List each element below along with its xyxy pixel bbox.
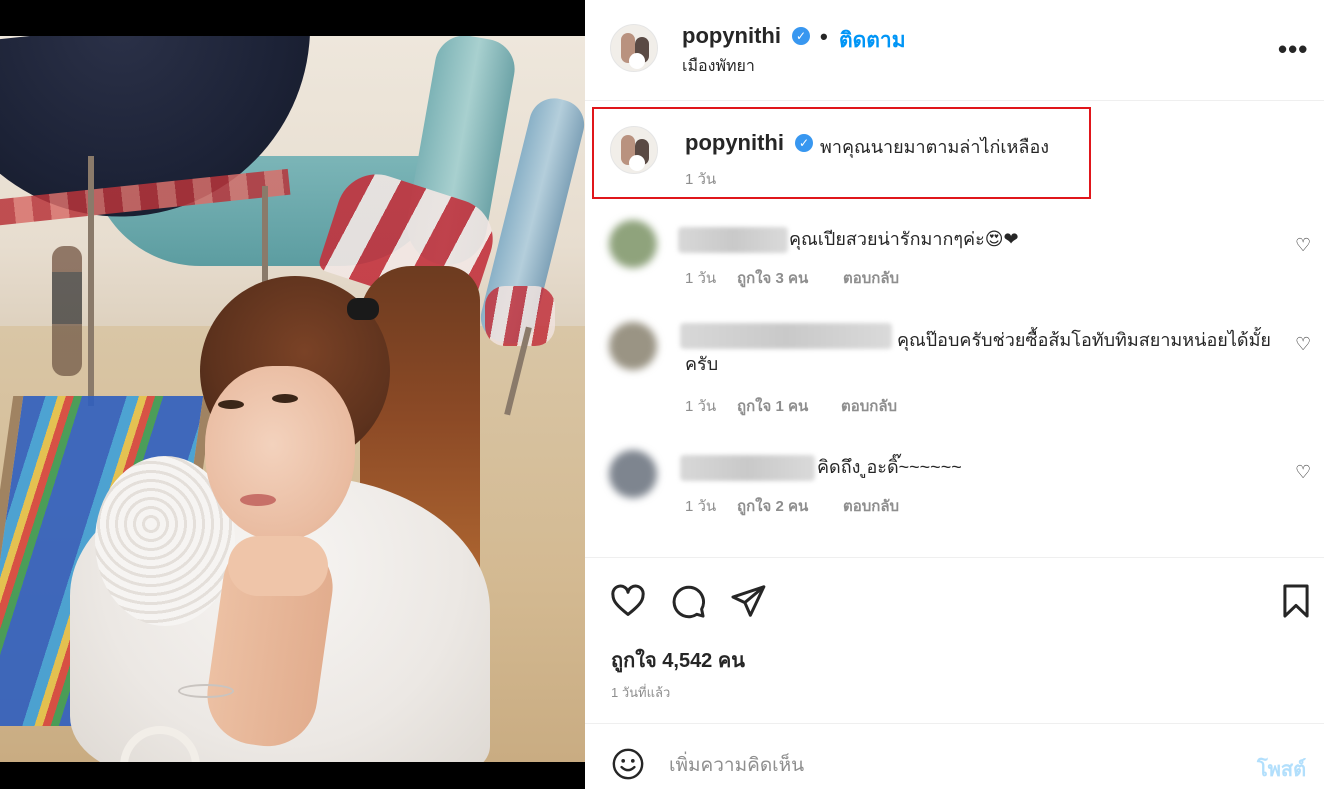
- post-media-panel: [0, 0, 585, 789]
- post-actions: ถูกใจ 4,542 คน 1 วันที่แล้ว: [585, 557, 1324, 724]
- photo-eye: [218, 400, 244, 409]
- comment-text: คุณป๊อบครับช่วยซื้อส้มโอทับทิมสยามหน่อยไ…: [685, 330, 1271, 374]
- photo-scrunchie: [347, 298, 379, 320]
- header-separator: •: [820, 24, 828, 49]
- comment-text: คุณเปียสวยน่ารักมากๆค่ะ😍❤: [789, 229, 1019, 249]
- add-comment-bar: โพสต์: [585, 725, 1324, 789]
- comment-avatar[interactable]: [609, 322, 657, 370]
- avatar-figure: [629, 53, 645, 69]
- post-photo[interactable]: [0, 36, 585, 762]
- comment-like-heart-icon[interactable]: ♡: [1295, 462, 1311, 483]
- share-icon[interactable]: [729, 582, 767, 620]
- bookmark-icon[interactable]: [1277, 582, 1315, 620]
- comment-input[interactable]: [669, 751, 1229, 781]
- photo-lips: [240, 494, 276, 506]
- comment-username-blurred[interactable]: [680, 455, 815, 481]
- photo-umbrella-pole: [88, 156, 94, 406]
- comment-text: คิดถึง ูอะดิ๊~~~~~~: [817, 457, 962, 477]
- comment-reply-button[interactable]: ตอบกลับ: [841, 394, 897, 418]
- photo-face: [205, 366, 355, 541]
- comment-like-heart-icon[interactable]: ♡: [1295, 334, 1311, 355]
- caption-username[interactable]: popynithi: [685, 130, 784, 156]
- comment-reply-button[interactable]: ตอบกลับ: [843, 494, 899, 518]
- post-header: popynithi ✓ • ติดตาม เมืองพัทยา •••: [585, 0, 1324, 101]
- photo-bracelet: [178, 684, 234, 698]
- comment-likes[interactable]: ถูกใจ 3 คน: [737, 266, 808, 290]
- caption-author-avatar[interactable]: [610, 126, 658, 174]
- post-timestamp[interactable]: 1 วันที่แล้ว: [611, 682, 670, 703]
- avatar-figure: [629, 155, 645, 171]
- comment-avatar[interactable]: [609, 220, 657, 268]
- comment-username-blurred[interactable]: [678, 227, 788, 253]
- comment-timestamp[interactable]: 1 วัน: [685, 266, 716, 290]
- likes-count[interactable]: ถูกใจ 4,542 คน: [611, 644, 745, 676]
- post-location[interactable]: เมืองพัทยา: [682, 54, 755, 79]
- comment-timestamp[interactable]: 1 วัน: [685, 494, 716, 518]
- verified-badge-icon: ✓: [795, 134, 813, 152]
- comment-likes[interactable]: ถูกใจ 1 คน: [737, 394, 808, 418]
- follow-button[interactable]: ติดตาม: [839, 24, 906, 57]
- comment-avatar[interactable]: [609, 450, 657, 498]
- caption-timestamp[interactable]: 1 วัน: [685, 167, 716, 191]
- photo-umbrella-red: [485, 286, 555, 346]
- post-sidebar: popynithi ✓ • ติดตาม เมืองพัทยา ••• popy…: [585, 0, 1324, 789]
- author-avatar[interactable]: [610, 24, 658, 72]
- author-username[interactable]: popynithi: [682, 23, 781, 49]
- photo-background-person: [52, 246, 82, 376]
- comment-timestamp[interactable]: 1 วัน: [685, 394, 716, 418]
- emoji-icon[interactable]: [611, 747, 645, 781]
- comment-reply-button[interactable]: ตอบกลับ: [843, 266, 899, 290]
- comment-icon[interactable]: [669, 582, 707, 620]
- comment-likes[interactable]: ถูกใจ 2 คน: [737, 494, 808, 518]
- verified-badge-icon: ✓: [792, 27, 810, 45]
- photo-hands: [228, 536, 328, 596]
- comment-like-heart-icon[interactable]: ♡: [1295, 235, 1311, 256]
- heart-icon[interactable]: [609, 582, 647, 620]
- more-icon[interactable]: •••: [1278, 34, 1308, 65]
- caption-text: พาคุณนายมาตามล่าไก่เหลือง: [820, 137, 1050, 157]
- post-comment-button[interactable]: โพสต์: [1257, 753, 1306, 785]
- photo-eye: [272, 394, 298, 403]
